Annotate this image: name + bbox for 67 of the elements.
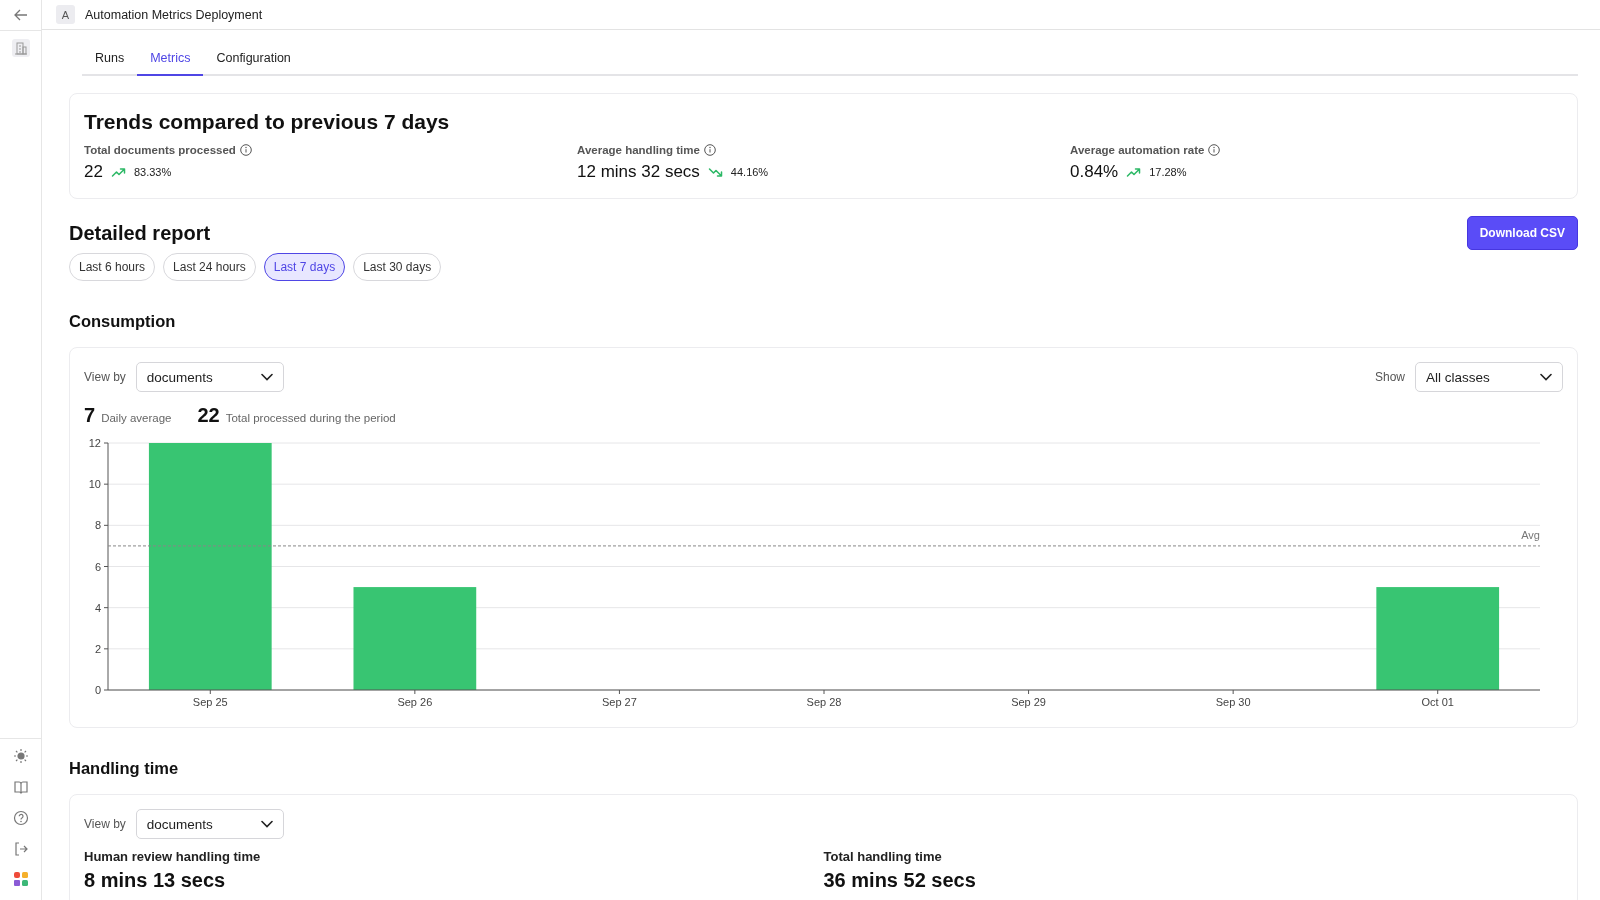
time-range-chip[interactable]: Last 24 hours (163, 253, 256, 281)
time-range-chip[interactable]: Last 30 days (353, 253, 442, 281)
metric-change: 83.33% (133, 166, 172, 178)
info-icon (1208, 144, 1221, 156)
back-arrow-icon[interactable] (12, 7, 29, 23)
average-label: Avg (1521, 528, 1540, 541)
book-icon[interactable] (12, 779, 29, 795)
tab[interactable]: Runs (82, 45, 138, 76)
stat-label: Total processed during the period (225, 412, 396, 424)
stat-value: 7 (84, 404, 96, 427)
tab[interactable]: Configuration (203, 45, 304, 76)
view-by-dropdown[interactable]: documents (135, 362, 284, 392)
info-icon (703, 144, 716, 156)
y-tick-label: 0 (94, 684, 101, 696)
page-title: Automation Metrics Deployment (85, 7, 263, 22)
stat-label: Daily average (101, 412, 172, 424)
y-tick-label: 4 (94, 601, 101, 614)
help-icon[interactable] (12, 810, 29, 826)
chevron-down-icon (260, 820, 273, 828)
metric-label: Total handling time (823, 849, 943, 864)
section-title: Handling time (69, 759, 180, 778)
metric-label: Human review handling time (84, 849, 262, 864)
trend-up-icon (1126, 166, 1142, 178)
x-tick-label: Sep 30 (1215, 696, 1251, 708)
metric-value: 12 mins 32 secs (577, 162, 700, 182)
y-tick-label: 8 (94, 519, 101, 532)
section-title: Consumption (69, 312, 177, 331)
metric-change: 17.28% (1149, 166, 1187, 178)
chevron-down-icon (1540, 373, 1552, 381)
x-tick-label: Oct 01 (1421, 696, 1454, 708)
project-avatar: A (56, 5, 75, 24)
metric-value: 22 (84, 162, 103, 182)
metric-value: 0.84% (1070, 162, 1119, 182)
y-tick-label: 12 (88, 437, 101, 449)
trend-up-icon (110, 166, 126, 178)
y-tick-label: 10 (88, 478, 101, 491)
view-by-dropdown[interactable]: documents (135, 809, 284, 839)
metric-label: Average automation rate (1070, 144, 1205, 156)
show-label: Show (1374, 370, 1405, 384)
metric-value: 36 mins 52 secs (823, 869, 977, 892)
app-grid-icon[interactable] (13, 872, 28, 886)
time-range-chip[interactable]: Last 7 days (263, 253, 346, 281)
download-csv-button[interactable]: Download CSV (1466, 216, 1578, 250)
tab[interactable]: Metrics (137, 45, 204, 76)
metric-label: Total documents processed (84, 144, 236, 156)
sun-icon[interactable] (12, 748, 29, 764)
y-tick-label: 6 (94, 560, 101, 573)
x-tick-label: Sep 29 (1011, 696, 1046, 708)
view-by-label: View by (84, 817, 126, 831)
stat-value: 22 (197, 404, 220, 427)
class-dropdown[interactable]: All classes (1415, 362, 1563, 392)
trend-down-icon (707, 166, 723, 178)
x-tick-label: Sep 27 (602, 696, 637, 708)
y-tick-label: 2 (94, 642, 101, 655)
metric-value: 8 mins 13 secs (84, 869, 227, 892)
view-by-label: View by (84, 370, 126, 384)
x-tick-label: Sep 28 (806, 696, 842, 708)
info-icon (239, 144, 252, 156)
chevron-down-icon (260, 373, 273, 381)
x-tick-label: Sep 25 (192, 696, 228, 708)
card-title: Trends compared to previous 7 days (84, 110, 451, 134)
time-range-chip[interactable]: Last 6 hours (69, 253, 156, 281)
logout-icon[interactable] (12, 841, 29, 857)
section-title: Detailed report (69, 221, 211, 245)
metric-label: Average handling time (577, 144, 700, 156)
x-tick-label: Sep 26 (397, 696, 433, 708)
metric-change: 44.16% (730, 166, 769, 178)
